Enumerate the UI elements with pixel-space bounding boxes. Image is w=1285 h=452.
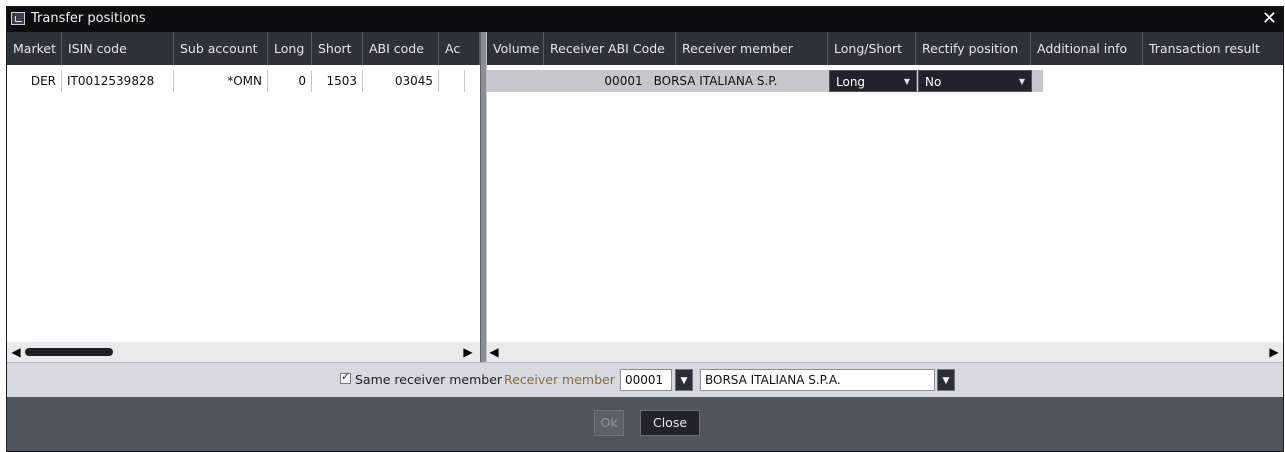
- col-market[interactable]: Market: [7, 32, 62, 65]
- cell-abi-code: 03045: [363, 70, 439, 92]
- right-table-header: Volume Receiver ABI Code Receiver member…: [487, 32, 1283, 65]
- right-horizontal-scrollbar[interactable]: ◀ ▶: [487, 342, 1283, 362]
- col-additional-info[interactable]: Additional info: [1031, 32, 1143, 65]
- receiver-name-dropdown-button[interactable]: ▼: [937, 369, 955, 391]
- col-isin-code[interactable]: ISIN code: [62, 32, 174, 65]
- cell-short: 1503: [312, 70, 363, 92]
- col-abi-code[interactable]: ABI code: [363, 32, 439, 65]
- scrollbar-thumb[interactable]: [25, 348, 113, 356]
- scroll-left-icon[interactable]: ◀: [9, 342, 23, 362]
- title-bar: Transfer positions ✕: [7, 7, 1283, 32]
- col-rectify-position[interactable]: Rectify position: [916, 32, 1031, 65]
- scroll-left-icon[interactable]: ◀: [487, 342, 501, 362]
- col-sub-account[interactable]: Sub account: [174, 32, 268, 65]
- cell-receiver-member: BORSA ITALIANA S.P.A.: [649, 70, 778, 92]
- close-button[interactable]: Close: [640, 410, 700, 436]
- chevron-down-icon: ▼: [1018, 77, 1025, 86]
- col-long-short[interactable]: Long/Short: [828, 32, 916, 65]
- col-ac[interactable]: Ac: [439, 32, 480, 65]
- cell-receiver-abi: 00001: [536, 70, 649, 92]
- col-receiver-abi-code[interactable]: Receiver ABI Code: [544, 32, 676, 65]
- scroll-right-icon[interactable]: ▶: [1267, 342, 1281, 362]
- dialog-button-bar: Ok Close: [7, 397, 1283, 451]
- long-short-value: Long: [836, 75, 866, 89]
- rectify-position-value: No: [925, 75, 942, 89]
- left-table-grid: DER IT0012539828 *OMN 0 1503 03045: [7, 65, 480, 342]
- window-title: Transfer positions: [31, 11, 146, 26]
- left-horizontal-scrollbar[interactable]: ◀ ▶: [7, 342, 480, 362]
- col-transaction-result[interactable]: Transaction result: [1143, 32, 1283, 65]
- right-table-grid: 00001 BORSA ITALIANA S.P.A. Long ▼ No ▼: [487, 65, 1283, 342]
- col-volume[interactable]: Volume: [487, 32, 544, 65]
- cell-volume[interactable]: [487, 70, 537, 92]
- receiver-name-field[interactable]: BORSA ITALIANA S.P.A.: [700, 369, 935, 391]
- col-short[interactable]: Short: [312, 32, 363, 65]
- cell-sub-account: *OMN: [174, 70, 268, 92]
- window-icon: [11, 12, 25, 25]
- cell-long: 0: [268, 70, 312, 92]
- chevron-down-icon: ▼: [903, 77, 910, 86]
- receiver-abi-dropdown-button[interactable]: ▼: [675, 369, 693, 391]
- pane-splitter[interactable]: [480, 32, 487, 365]
- receiver-options-bar: Same receiver member Receiver member 000…: [7, 362, 1283, 397]
- left-table-header: Market ISIN code Sub account Long Short …: [7, 32, 480, 65]
- cell-isin: IT0012539828: [62, 70, 174, 92]
- transfer-positions-window: Transfer positions ✕ Market ISIN code Su…: [7, 7, 1283, 451]
- long-short-dropdown[interactable]: Long ▼: [829, 70, 917, 92]
- col-long[interactable]: Long: [268, 32, 312, 65]
- cell-market: DER: [7, 70, 62, 92]
- ok-button[interactable]: Ok: [594, 410, 624, 436]
- receiver-member-label: Receiver member: [504, 372, 615, 387]
- rectify-position-dropdown[interactable]: No ▼: [918, 70, 1032, 92]
- cell-ac: [439, 70, 465, 92]
- close-window-icon[interactable]: ✕: [1262, 8, 1277, 29]
- chevron-down-icon: ▼: [942, 376, 950, 386]
- same-receiver-label: Same receiver member: [355, 372, 503, 387]
- col-receiver-member[interactable]: Receiver member: [676, 32, 828, 65]
- chevron-down-icon: ▼: [680, 376, 688, 386]
- scroll-right-icon[interactable]: ▶: [461, 342, 475, 362]
- table-row[interactable]: DER IT0012539828 *OMN 0 1503 03045: [7, 70, 465, 92]
- receiver-abi-field[interactable]: 00001: [620, 369, 672, 391]
- same-receiver-checkbox[interactable]: [340, 370, 351, 384]
